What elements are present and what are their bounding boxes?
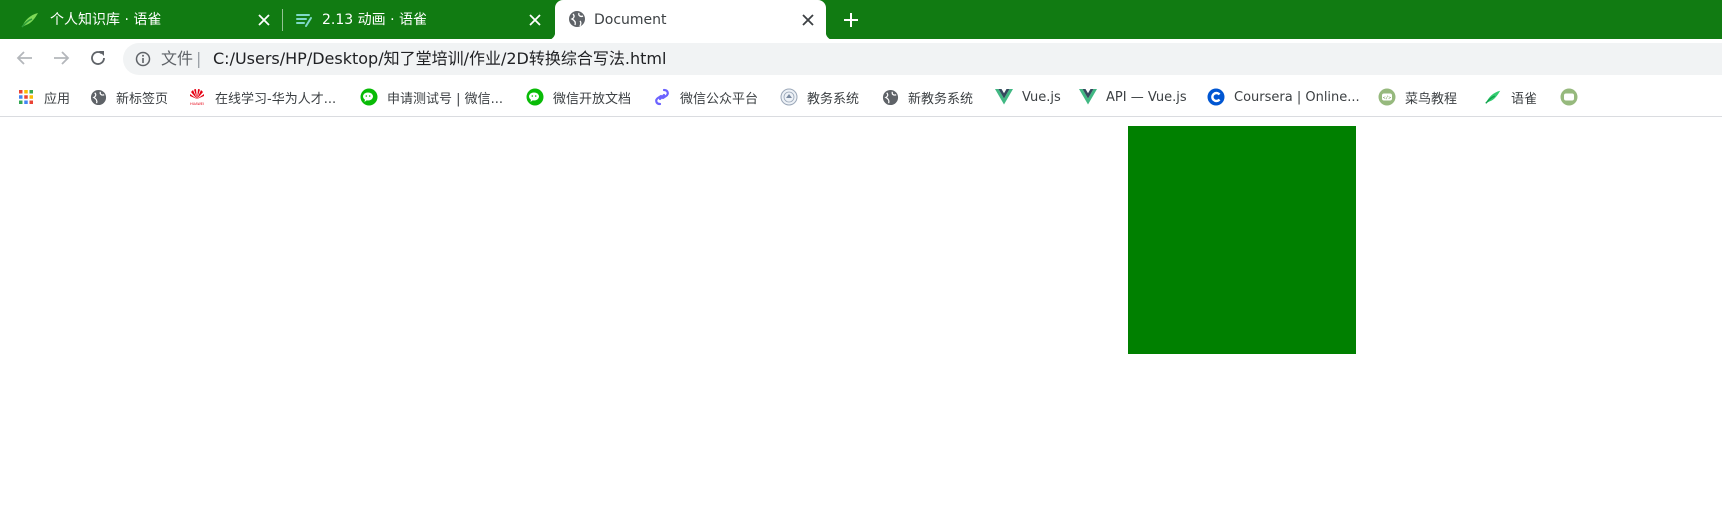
tab-title: Document [594,12,667,28]
close-icon[interactable] [798,10,818,30]
green-square-box [1128,126,1356,354]
school-seal-icon [780,88,798,106]
tab-strip: 个人知识库 · 语雀 2.13 动画 · 语雀 Document [0,0,1722,40]
bookmark-huawei[interactable]: HUAWEI 在线学习-华为人才... [188,86,336,108]
bookmark-new-academic[interactable]: 新教务系统 [881,86,973,108]
bookmark-yuque[interactable]: 语雀 [1484,86,1537,108]
new-tab-button[interactable] [838,8,864,32]
svg-text:</>: </> [1383,95,1391,101]
yuque-bird-icon [1484,88,1502,106]
address-bar[interactable]: 文件 | C:/Users/HP/Desktop/知了堂培训/作业/2D转换综合… [123,43,1722,75]
bookmark-vue[interactable]: Vue.js [995,86,1061,108]
bookmark-label: 菜鸟教程 [1405,91,1458,107]
forward-button[interactable] [48,45,74,71]
globe-icon [568,10,588,30]
globe-icon [89,88,107,106]
close-icon[interactable] [254,10,274,30]
reload-icon [91,51,105,65]
bookmark-label: Vue.js [1022,89,1061,105]
bookmark-label: 应用 [44,91,71,107]
huawei-icon: HUAWEI [188,88,206,106]
bookmark-apps[interactable]: 应用 [17,86,70,108]
link-chain-icon [653,88,671,106]
bookmark-label: 新教务系统 [908,91,974,107]
bookmark-coursera[interactable]: Coursera | Online... [1207,86,1360,108]
back-button[interactable] [12,45,38,71]
bookmark-label: 在线学习-华为人才... [215,91,337,107]
yuque-bird-icon [20,10,40,30]
globe-icon [881,88,899,106]
bookmark-academic[interactable]: 教务系统 [780,86,859,108]
bookmark-label: 新标签页 [116,91,169,107]
bookmark-wechat-platform[interactable]: 微信公众平台 [653,86,758,108]
runoob-icon [1560,88,1578,106]
bookmark-label: 语雀 [1511,91,1538,107]
apps-grid-icon [17,88,35,106]
vue-icon [995,88,1013,106]
bookmark-label: 申请测试号 | 微信... [387,91,504,107]
bookmark-vue-api[interactable]: API — Vue.js [1079,86,1187,108]
tab-yuque-animation[interactable]: 2.13 动画 · 语雀 [283,0,553,39]
bookmark-label: 教务系统 [807,91,860,107]
bookmark-label: Coursera | Online... [1234,89,1360,105]
close-icon[interactable] [525,10,545,30]
bookmark-label: 微信开放文档 [553,91,632,107]
bookmark-label: 微信公众平台 [680,91,759,107]
bookmarks-bar: 应用 新标签页 HUAWEI 在线学习-华为人才... 申请测试号 | 微信..… [0,77,1722,117]
wechat-icon [526,88,544,106]
bookmark-wechat-test[interactable]: 申请测试号 | 微信... [360,86,503,108]
bookmark-runoob[interactable]: </> 菜鸟教程 [1378,86,1457,108]
runoob-icon: </> [1378,88,1396,106]
vue-icon [1079,88,1097,106]
bookmark-label: API — Vue.js [1106,89,1187,105]
bookmark-overflow[interactable] [1560,86,1587,108]
tab-document[interactable]: Document [547,0,834,40]
reload-button[interactable] [85,45,111,71]
arrow-right-icon [54,51,70,65]
plus-icon [844,13,858,27]
scheme-separator: | [196,49,202,68]
scheme-label: 文件 [161,49,194,68]
bookmark-new-tab[interactable]: 新标签页 [89,86,168,108]
info-icon[interactable] [135,51,151,67]
arrow-left-icon [16,51,32,65]
url-text[interactable]: C:/Users/HP/Desktop/知了堂培训/作业/2D转换综合写法.ht… [213,50,666,68]
tab-title: 个人知识库 · 语雀 [50,12,162,28]
yuque-doc-icon [294,10,314,30]
browser-toolbar: 文件 | C:/Users/HP/Desktop/知了堂培训/作业/2D转换综合… [0,39,1722,77]
svg-text:HUAWEI: HUAWEI [190,102,204,106]
tab-yuque-knowledge[interactable]: 个人知识库 · 语雀 [0,0,283,39]
coursera-icon [1207,88,1225,106]
tab-title: 2.13 动画 · 语雀 [322,12,427,28]
page-viewport [0,118,1722,531]
wechat-icon [360,88,378,106]
bookmark-wechat-docs[interactable]: 微信开放文档 [526,86,631,108]
